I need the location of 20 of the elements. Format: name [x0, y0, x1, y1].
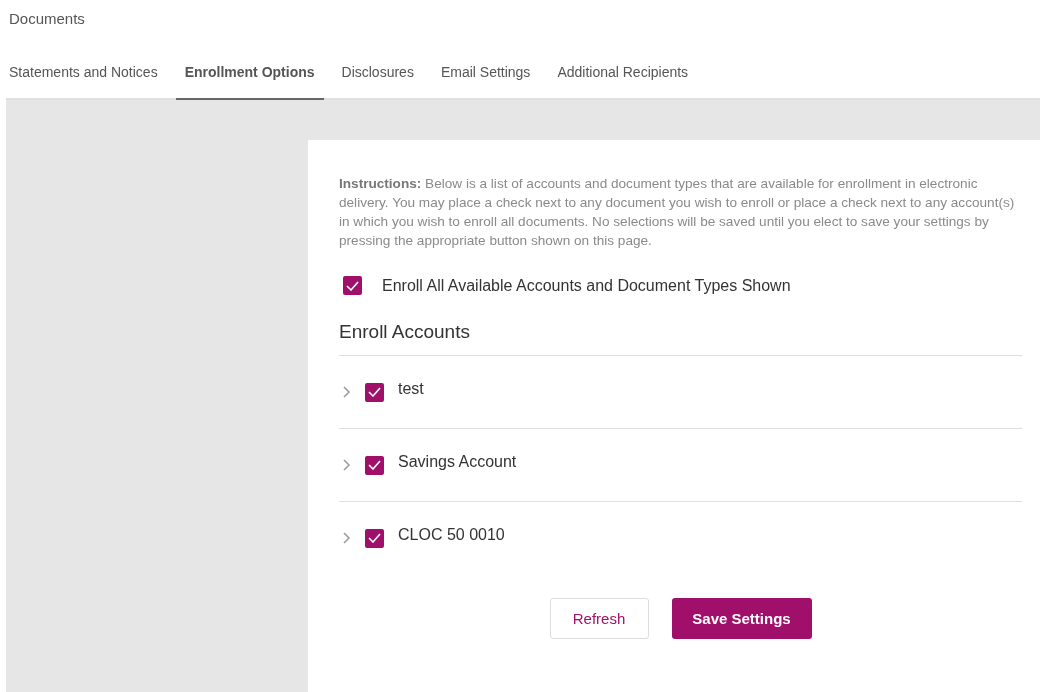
tab[interactable]: Email Settings	[431, 40, 540, 100]
account-checkbox[interactable]	[365, 382, 384, 402]
tab[interactable]: Statements and Notices	[6, 40, 167, 100]
page-title: Documents	[8, 9, 86, 29]
chevron-right-icon[interactable]	[343, 532, 351, 544]
tab[interactable]: Disclosures	[332, 40, 423, 100]
save-button[interactable]: Save Settings	[671, 598, 812, 639]
tab[interactable]: Additional Recipients	[548, 40, 698, 100]
enroll-all-checkbox[interactable]	[343, 276, 362, 295]
account-checkbox[interactable]	[365, 528, 384, 548]
account-name: test	[398, 380, 424, 398]
enroll-all-label: Enroll All Available Accounts and Document Types Shown	[382, 276, 791, 295]
account-checkbox[interactable]	[365, 455, 384, 475]
account-name: CLOC 50 0010	[398, 526, 505, 544]
section-heading: Enroll Accounts	[339, 321, 471, 343]
account-name: Savings Account	[398, 453, 517, 471]
chevron-right-icon[interactable]	[343, 386, 351, 398]
instructions-text: Instructions: Below is a list of accounts and document types that are available for enrollment in electronic delivery. You may place a check next to any document you wish to enroll or place a check next to any account(s) in which you wish to enroll all documents. No selections will be saved until you elect to save your settings by pressing the appropriate button shown on this page.	[339, 175, 1016, 250]
chevron-right-icon[interactable]	[343, 459, 351, 471]
refresh-button[interactable]: Refresh	[549, 598, 649, 639]
